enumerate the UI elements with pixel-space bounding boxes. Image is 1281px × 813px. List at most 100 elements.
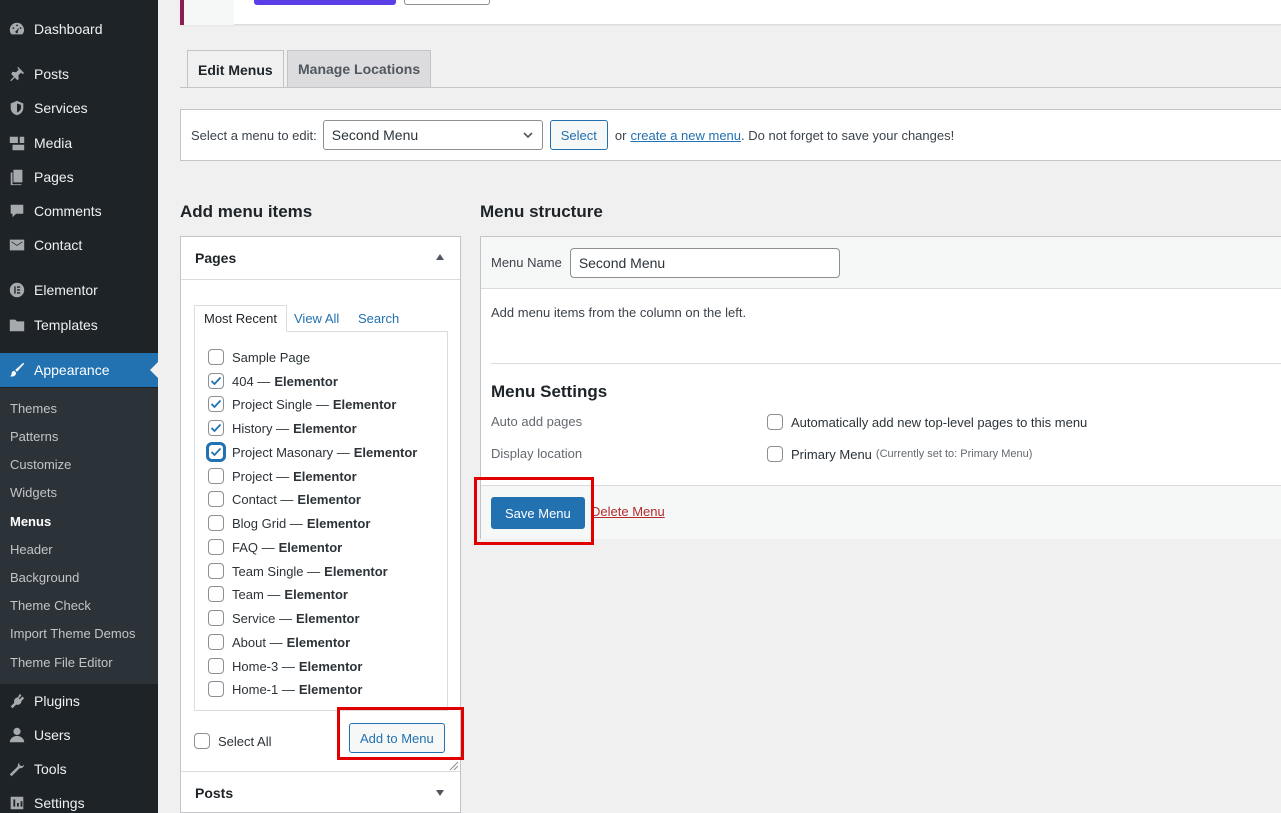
sidebar-item-label: Appearance: [34, 362, 110, 378]
pages-icon: [0, 168, 34, 186]
primary-menu-checkbox[interactable]: [767, 446, 783, 462]
page-checkbox[interactable]: [208, 563, 224, 579]
auto-add-checkbox[interactable]: [767, 414, 783, 430]
notice-primary-button[interactable]: [254, 0, 396, 5]
primary-menu-note: (Currently set to: Primary Menu): [875, 448, 1033, 460]
display-location-label: Display location: [491, 446, 583, 461]
sidebar-item-templates[interactable]: Templates: [0, 308, 158, 342]
submenu-item-themes[interactable]: Themes: [10, 401, 57, 416]
primary-menu-option[interactable]: Primary Menu (Currently set to: Primary …: [767, 446, 1032, 462]
list-item[interactable]: About — Elementor: [208, 634, 350, 650]
expand-arrow-icon[interactable]: [436, 790, 444, 796]
submenu-item-theme-file-editor[interactable]: Theme File Editor: [10, 655, 113, 670]
envelope-icon: [0, 236, 34, 254]
menu-name-input[interactable]: Second Menu: [569, 247, 840, 278]
list-item[interactable]: Sample Page: [208, 349, 310, 365]
page-checkbox[interactable]: [208, 373, 224, 389]
collapse-arrow-icon[interactable]: [436, 254, 444, 260]
list-item[interactable]: Service — Elementor: [208, 610, 360, 626]
submenu-item-background[interactable]: Background: [10, 570, 79, 585]
menu-select-dropdown[interactable]: Second Menu: [322, 120, 543, 150]
page-checkbox[interactable]: [208, 586, 224, 602]
wrench-icon: [0, 760, 34, 778]
create-new-menu-link[interactable]: create a new menu: [630, 128, 741, 143]
notice-logo-area: [184, 0, 234, 25]
page-checkbox[interactable]: [208, 634, 224, 650]
submenu-item-widgets[interactable]: Widgets: [10, 485, 57, 500]
sidebar-item-users[interactable]: Users: [0, 718, 158, 752]
list-item[interactable]: Team — Elementor: [208, 586, 348, 602]
page-checkbox[interactable]: [208, 658, 224, 674]
sidebar-item-contact[interactable]: Contact: [0, 228, 158, 262]
admin-notice: [180, 0, 1281, 25]
auto-add-option[interactable]: Automatically add new top-level pages to…: [767, 414, 1087, 430]
sidebar-item-elementor[interactable]: Elementor: [0, 273, 158, 307]
page-checkbox[interactable]: [208, 610, 224, 626]
page-checkbox[interactable]: [208, 681, 224, 697]
pin-icon: [0, 65, 34, 83]
resize-handle-icon[interactable]: [449, 761, 459, 771]
sidebar-item-comments[interactable]: Comments: [0, 194, 158, 228]
tab-manage-locations[interactable]: Manage Locations: [287, 50, 432, 87]
posts-accordion-header[interactable]: Posts: [181, 772, 460, 813]
sidebar-item-posts[interactable]: Posts: [0, 57, 158, 91]
submenu-item-import-demos[interactable]: Import Theme Demos: [10, 626, 135, 641]
submenu-item-customize[interactable]: Customize: [10, 457, 71, 472]
list-item[interactable]: 404 — Elementor: [208, 373, 338, 389]
tab-search[interactable]: Search: [349, 305, 408, 332]
sidebar-item-appearance[interactable]: Appearance: [0, 353, 158, 387]
list-item[interactable]: Project — Elementor: [208, 468, 357, 484]
submenu-item-header[interactable]: Header: [10, 542, 53, 557]
list-item[interactable]: FAQ — Elementor: [208, 539, 342, 555]
pages-accordion-header[interactable]: Pages: [181, 237, 460, 280]
save-menu-button[interactable]: Save Menu: [491, 497, 585, 529]
menu-structure-title: Menu structure: [480, 202, 603, 221]
select-all-checkbox[interactable]: Select All: [194, 733, 271, 749]
active-indicator: [150, 362, 158, 378]
sidebar-item-media[interactable]: Media: [0, 126, 158, 160]
checkbox[interactable]: [194, 733, 210, 749]
list-item[interactable]: Project Single — Elementor: [208, 396, 396, 412]
tab-edit-menus[interactable]: Edit Menus: [187, 50, 284, 88]
elementor-icon: [0, 281, 34, 299]
page-checkbox[interactable]: [208, 420, 224, 436]
list-item[interactable]: Home-3 — Elementor: [208, 658, 362, 674]
list-item[interactable]: Contact — Elementor: [208, 491, 361, 507]
media-icon: [0, 134, 34, 152]
delete-menu-link[interactable]: Delete Menu: [591, 504, 665, 519]
page-checkbox[interactable]: [208, 444, 224, 460]
page-checkbox[interactable]: [208, 491, 224, 507]
list-item[interactable]: Team Single — Elementor: [208, 563, 388, 579]
page-checkbox[interactable]: [208, 515, 224, 531]
list-item[interactable]: Project Masonary — Elementor: [208, 444, 417, 460]
menu-settings-title: Menu Settings: [491, 382, 608, 401]
brush-icon: [0, 361, 34, 379]
submenu-item-theme-check[interactable]: Theme Check: [10, 598, 91, 613]
list-item[interactable]: History — Elementor: [208, 420, 357, 436]
page-checkbox[interactable]: [208, 349, 224, 365]
sidebar-item-label: Users: [34, 727, 71, 743]
sidebar-item-services[interactable]: Services: [0, 91, 158, 125]
page-checkbox[interactable]: [208, 539, 224, 555]
add-to-menu-button[interactable]: Add to Menu: [349, 723, 445, 753]
list-item[interactable]: Blog Grid — Elementor: [208, 515, 370, 531]
user-icon: [0, 726, 34, 744]
sidebar-item-tools[interactable]: Tools: [0, 752, 158, 786]
select-all-label: Select All: [218, 733, 272, 749]
sidebar-item-pages[interactable]: Pages: [0, 160, 158, 194]
sidebar-item-label: Plugins: [34, 693, 80, 709]
submenu-item-patterns[interactable]: Patterns: [10, 429, 58, 444]
sidebar-item-settings[interactable]: Settings: [0, 786, 158, 813]
page-checkbox[interactable]: [208, 396, 224, 412]
select-button[interactable]: Select: [549, 120, 608, 150]
tab-most-recent[interactable]: Most Recent: [194, 305, 287, 332]
notice-secondary-button[interactable]: [404, 0, 490, 5]
submenu-item-menus[interactable]: Menus: [10, 514, 51, 529]
tab-view-all[interactable]: View All: [285, 305, 348, 332]
page-checkbox[interactable]: [208, 468, 224, 484]
list-item[interactable]: Home-1 — Elementor: [208, 681, 362, 697]
sidebar-item-plugins[interactable]: Plugins: [0, 684, 158, 718]
pages-heading: Pages: [195, 250, 237, 266]
comment-icon: [0, 202, 34, 220]
sidebar-item-dashboard[interactable]: Dashboard: [0, 12, 158, 46]
